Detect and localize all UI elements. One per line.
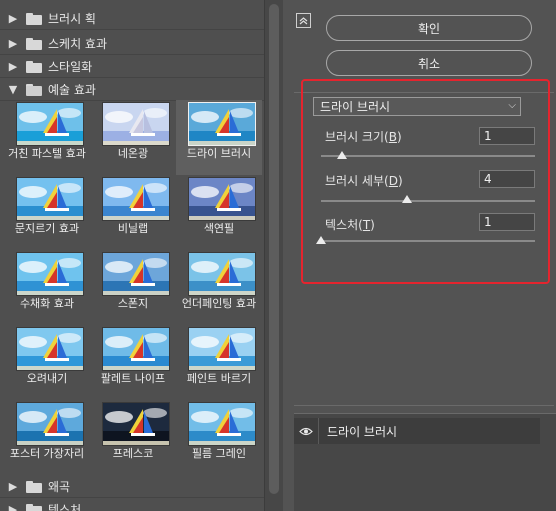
filter-thumbnail-label: 언더페인팅 효과 xyxy=(181,297,257,310)
filter-thumbnail[interactable]: 문지르기 효과 xyxy=(4,175,90,250)
scrollbar-thumb[interactable] xyxy=(269,4,279,494)
filter-thumbnail-label: 스폰지 xyxy=(117,297,149,310)
filter-thumbnail[interactable]: 페인트 바르기 xyxy=(176,325,262,400)
filter-preview-image xyxy=(16,402,84,446)
expand-arrow-icon[interactable]: ▶ xyxy=(0,37,26,50)
brush-size-slider[interactable] xyxy=(321,155,535,157)
folder-icon xyxy=(26,503,42,511)
filter-preview-image xyxy=(188,327,256,371)
expand-arrow-icon[interactable]: ▶ xyxy=(0,480,26,493)
divider xyxy=(294,405,554,406)
texture-slider-handle[interactable] xyxy=(316,236,326,244)
texture-slider[interactable] xyxy=(321,240,535,242)
filter-select-dropdown[interactable]: 드라이 브러시 ⌵ xyxy=(313,97,521,116)
category-brush-strokes[interactable]: ▶ 브러시 획 xyxy=(0,8,264,30)
filter-preview-image xyxy=(188,252,256,296)
filter-preview-image xyxy=(102,402,170,446)
texture-input[interactable]: 1 xyxy=(479,213,535,231)
filter-thumbnail-label: 팔레트 나이프 xyxy=(100,372,166,385)
expand-arrow-icon[interactable]: ▶ xyxy=(0,60,26,73)
filter-thumbnail-label: 거친 파스텔 효과 xyxy=(8,147,86,160)
brush-detail-slider-handle[interactable] xyxy=(401,195,412,203)
filter-thumbnail-label: 드라이 브러시 xyxy=(186,147,252,160)
brush-detail-slider[interactable] xyxy=(321,200,535,202)
filter-thumbnail-label: 문지르기 효과 xyxy=(14,222,80,235)
vertical-scrollbar[interactable] xyxy=(264,0,283,511)
filter-thumbnail-label: 색연필 xyxy=(203,222,235,235)
filter-select-value: 드라이 브러시 xyxy=(320,100,391,114)
filter-thumbnail[interactable]: 오려내기 xyxy=(4,325,90,400)
folder-icon xyxy=(26,37,42,50)
category-label: 스케치 효과 xyxy=(48,37,108,51)
chevron-down-icon: ⌵ xyxy=(508,100,516,111)
filter-thumbnail[interactable]: 드라이 브러시 xyxy=(176,100,262,175)
filter-preview-image xyxy=(102,252,170,296)
filter-thumbnail-label: 포스터 가장자리 xyxy=(9,447,85,460)
filter-thumbnail[interactable]: 거친 파스텔 효과 xyxy=(4,100,90,175)
cancel-button[interactable]: 취소 xyxy=(326,50,532,76)
effect-layers-panel: 드라이 브러시 xyxy=(294,413,556,511)
filter-thumbnail-label: 오려내기 xyxy=(26,372,68,385)
filter-thumbnail-label: 페인트 바르기 xyxy=(186,372,252,385)
effect-layer-name: 드라이 브러시 xyxy=(327,424,398,439)
filter-thumbnail-label: 비닐랩 xyxy=(117,222,149,235)
open-folder-icon xyxy=(26,83,42,96)
collapse-arrow-icon[interactable]: ▼ xyxy=(0,83,26,96)
filter-settings-highlight: 드라이 브러시 ⌵ 브러시 크기(B) 1 브러시 세부(D) 4 텍스처(T)… xyxy=(301,79,550,284)
filter-thumbnail-label: 프레스코 xyxy=(112,447,154,460)
filter-thumbnail-label: 필름 그레인 xyxy=(191,447,247,460)
settings-panel: 확인 취소 드라이 브러시 ⌵ 브러시 크기(B) 1 브러시 세부(D) 4 … xyxy=(283,0,556,511)
category-distort[interactable]: ▶ 왜곡 xyxy=(0,476,264,498)
filter-thumbnail[interactable]: 프레스코 xyxy=(90,400,176,475)
filter-thumbnail[interactable]: 수채화 효과 xyxy=(4,250,90,325)
filter-preview-image xyxy=(188,102,256,146)
category-texture[interactable]: ▶ 텍스처 xyxy=(0,499,264,511)
filter-preview-image xyxy=(188,402,256,446)
category-label: 스타일화 xyxy=(48,60,93,74)
effect-layer-row[interactable]: 드라이 브러시 xyxy=(294,418,540,444)
folder-icon xyxy=(26,60,42,73)
filter-preview-image xyxy=(102,327,170,371)
filter-thumbnail[interactable]: 팔레트 나이프 xyxy=(90,325,176,400)
brush-detail-input[interactable]: 4 xyxy=(479,170,535,188)
filter-preview-image xyxy=(16,177,84,221)
filter-thumbnail[interactable]: 언더페인팅 효과 xyxy=(176,250,262,325)
double-chevron-up-icon xyxy=(299,17,308,25)
folder-icon xyxy=(26,12,42,25)
filter-preview-image xyxy=(102,177,170,221)
filter-thumbnail[interactable]: 필름 그레인 xyxy=(176,400,262,475)
category-sketch[interactable]: ▶ 스케치 효과 xyxy=(0,33,264,55)
collapse-gallery-button[interactable] xyxy=(296,13,311,28)
filter-thumbnail[interactable]: 포스터 가장자리 xyxy=(4,400,90,475)
ok-button[interactable]: 확인 xyxy=(326,15,532,41)
filter-thumbnail[interactable]: 네온광 xyxy=(90,100,176,175)
brush-size-input[interactable]: 1 xyxy=(479,127,535,145)
filter-thumbnail-label: 네온광 xyxy=(117,147,149,160)
filter-preview-image xyxy=(16,252,84,296)
brush-size-label: 브러시 크기(B) xyxy=(325,130,402,144)
texture-label: 텍스처(T) xyxy=(325,218,375,232)
expand-arrow-icon[interactable]: ▶ xyxy=(0,503,26,511)
brush-size-slider-handle[interactable] xyxy=(337,151,348,159)
category-label: 예술 효과 xyxy=(48,83,96,97)
filter-preview-image xyxy=(16,102,84,146)
filter-thumbnail[interactable]: 비닐랩 xyxy=(90,175,176,250)
expand-arrow-icon[interactable]: ▶ xyxy=(0,12,26,25)
filter-list: ▶ 브러시 획 ▶ 스케치 효과 ▶ 스타일화 ▼ 예술 효과 거친 파스텔 효… xyxy=(0,0,264,511)
filter-gallery-panel: ▶ 브러시 획 ▶ 스케치 효과 ▶ 스타일화 ▼ 예술 효과 거친 파스텔 효… xyxy=(0,0,283,511)
category-label: 왜곡 xyxy=(48,480,71,494)
filter-preview-image xyxy=(102,102,170,146)
filter-thumbnail[interactable]: 색연필 xyxy=(176,175,262,250)
filter-preview-image xyxy=(16,327,84,371)
category-label: 브러시 획 xyxy=(48,12,96,26)
filter-preview-image xyxy=(188,177,256,221)
brush-detail-label: 브러시 세부(D) xyxy=(325,174,403,188)
filter-thumbnail[interactable]: 스폰지 xyxy=(90,250,176,325)
filter-thumbnail-label: 수채화 효과 xyxy=(19,297,75,310)
eye-icon[interactable] xyxy=(294,427,318,436)
category-stylize[interactable]: ▶ 스타일화 xyxy=(0,56,264,78)
folder-icon xyxy=(26,480,42,493)
category-label: 텍스처 xyxy=(48,503,82,511)
category-artistic[interactable]: ▼ 예술 효과 xyxy=(0,79,264,101)
